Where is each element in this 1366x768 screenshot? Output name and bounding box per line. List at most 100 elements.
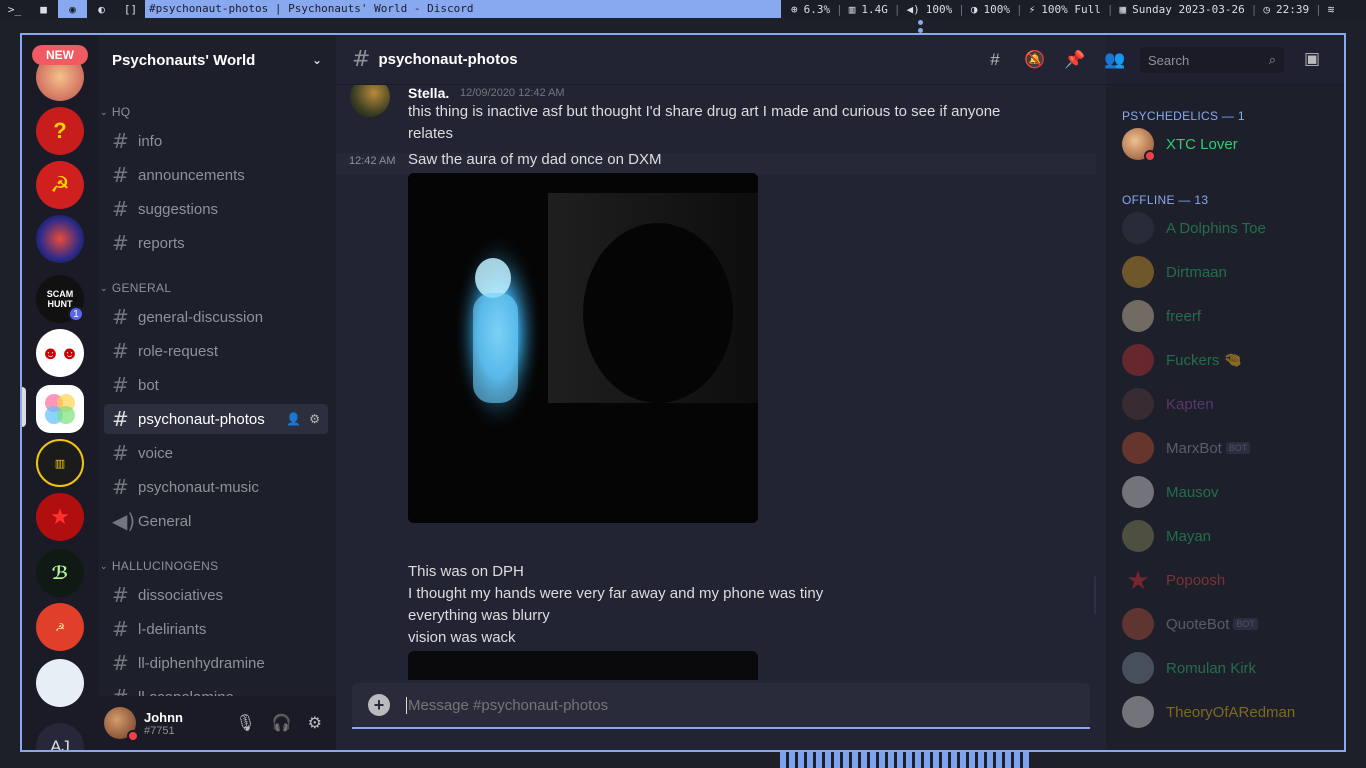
channel-ll-diphenhydramine[interactable]: # ll-diphenhydramine [104, 648, 328, 678]
channel-psychonaut-photos[interactable]: # psychonaut-photos 👤 ⚙ [104, 404, 328, 434]
video-icon[interactable]: ■ [29, 0, 58, 18]
avatar[interactable] [350, 85, 390, 117]
member-item[interactable]: ★ Popoosh [1122, 563, 1225, 597]
avatar [1122, 608, 1154, 640]
member-item[interactable]: Kapten [1122, 387, 1214, 421]
server-icon[interactable] [36, 659, 84, 707]
speaker-icon: ◀) [112, 509, 136, 533]
server-icon-initials[interactable]: AJ [36, 723, 84, 750]
volume-level: 100% [925, 2, 953, 16]
avatar [1122, 696, 1154, 728]
server-icon-psychonauts[interactable] [36, 385, 84, 433]
channel-bot[interactable]: # bot [104, 370, 328, 400]
threads-icon[interactable]: # [984, 49, 1006, 71]
browser-icon[interactable]: ◐ [87, 0, 116, 18]
channel-label: suggestions [138, 200, 219, 218]
channel-general-discussion[interactable]: # general-discussion [104, 302, 328, 332]
channel-voice[interactable]: # voice [104, 438, 328, 468]
channel-info[interactable]: # info [104, 126, 328, 156]
channel-announcements[interactable]: # announcements [104, 160, 328, 190]
member-item[interactable]: QuoteBot BOT [1122, 607, 1258, 641]
member-item[interactable]: Dirtmaan [1122, 255, 1227, 289]
server-icon[interactable]: ▥ [36, 439, 84, 487]
star-icon: ★ [1126, 564, 1150, 595]
server-icon[interactable] [36, 215, 84, 263]
voice-channel-general[interactable]: ◀) General [104, 506, 328, 536]
member-item[interactable]: TheoryOfARedman [1122, 695, 1295, 729]
image-attachment[interactable] [408, 651, 758, 680]
gear-icon[interactable]: ⚙ [308, 713, 322, 733]
member-item[interactable]: Mayan [1122, 519, 1211, 553]
member-item[interactable]: Fuckers 🤏 [1122, 343, 1242, 377]
chevron-down-icon: ⌄ [100, 106, 108, 117]
dnd-status-icon [1144, 150, 1156, 162]
member-category-online: PSYCHEDELICS — 1 [1122, 109, 1245, 123]
search-input[interactable]: Search ⌕ [1140, 47, 1284, 73]
add-attachment-button[interactable]: + [368, 694, 390, 716]
channel-psychonaut-music[interactable]: # psychonaut-music [104, 472, 328, 502]
mention-badge: 1 [68, 306, 84, 322]
gear-icon[interactable]: ⚙ [309, 412, 320, 426]
avatar [1122, 256, 1154, 288]
memory-icon: ▥ [848, 2, 856, 16]
message-text: I thought my hands were very far away an… [408, 585, 824, 602]
server-icon[interactable]: ★ [36, 493, 84, 541]
category-hq[interactable]: ⌄ HQ [100, 105, 130, 119]
avatar [1122, 388, 1154, 420]
channel-l-deliriants[interactable]: # l-deliriants [104, 614, 328, 644]
terminal-icon[interactable]: >_ [0, 0, 29, 18]
cpu-usage: 6.3% [803, 2, 831, 16]
member-item[interactable]: A Dolphins Toe [1122, 211, 1266, 245]
member-item[interactable]: XTC Lover [1122, 127, 1238, 162]
category-hallucinogens[interactable]: ⌄ HALLUCINOGENS [100, 559, 218, 573]
message-list: Stella. 12/09/2020 12:42 AM this thing i… [336, 85, 1096, 680]
username: Johnn [144, 709, 183, 725]
member-item[interactable]: Mausov [1122, 475, 1219, 509]
member-item[interactable]: freerf [1122, 299, 1201, 333]
invite-icon[interactable]: 👤 [286, 412, 301, 426]
microphone-icon[interactable]: 🎙 [235, 713, 255, 733]
server-icon[interactable]: ☭ [36, 161, 84, 209]
category-general[interactable]: ⌄ GENERAL [100, 281, 171, 295]
channel-suggestions[interactable]: # suggestions [104, 194, 328, 224]
wifi-icon[interactable]: ≋ [1328, 3, 1335, 16]
pin-icon[interactable]: 📌 [1064, 49, 1086, 71]
workspace-indicator [918, 20, 923, 25]
inbox-icon[interactable]: ▣ [1304, 49, 1320, 69]
search-placeholder: Search [1148, 52, 1190, 68]
discord-icon[interactable]: ◉ [58, 0, 87, 18]
server-icon[interactable]: ℬ [36, 549, 84, 597]
member-item[interactable]: MarxBot BOT [1122, 431, 1251, 465]
server-icon[interactable]: ? [36, 107, 84, 155]
layout-icon[interactable]: [] [116, 0, 145, 18]
avatar[interactable] [104, 707, 139, 742]
members-icon[interactable]: 👥 [1104, 49, 1126, 71]
chevron-down-icon: ⌄ [100, 560, 108, 571]
channel-label: role-request [138, 342, 219, 360]
chevron-down-icon[interactable]: ⌄ [312, 53, 322, 67]
server-icon[interactable]: ☻☻ [36, 329, 84, 377]
bot-tag: BOT [1233, 618, 1258, 630]
channel-label: general-discussion [138, 308, 264, 326]
mute-bell-icon[interactable]: 🔕 [1024, 49, 1046, 71]
image-attachment[interactable] [408, 173, 758, 523]
scrollbar[interactable] [1094, 575, 1096, 615]
channel-role-request[interactable]: # role-request [104, 336, 328, 366]
server-icon[interactable]: ☭ [36, 603, 84, 651]
message-text: this thing is inactive asf but thought I… [408, 103, 1001, 120]
window-title: #psychonaut-photos | Psychonauts' World … [145, 0, 781, 18]
message-input[interactable] [406, 696, 1066, 714]
new-badge[interactable]: NEW [32, 45, 88, 65]
member-item[interactable]: Romulan Kirk [1122, 651, 1256, 685]
volume-icon[interactable]: ◀) [907, 3, 920, 16]
brightness-level: 100% [983, 2, 1011, 16]
message-author[interactable]: Stella. [408, 85, 449, 101]
channel-reports[interactable]: # reports [104, 228, 328, 258]
channel-label: ll-diphenhydramine [138, 654, 265, 672]
server-header[interactable]: Psychonauts' World ⌄ [98, 35, 336, 85]
memory-usage: 1.4G [861, 2, 888, 16]
headphones-icon[interactable]: 🎧 [272, 713, 292, 733]
channel-label: l-deliriants [138, 620, 207, 638]
member-name: XTC Lover [1166, 135, 1238, 153]
channel-dissociatives[interactable]: # dissociatives [104, 580, 328, 610]
